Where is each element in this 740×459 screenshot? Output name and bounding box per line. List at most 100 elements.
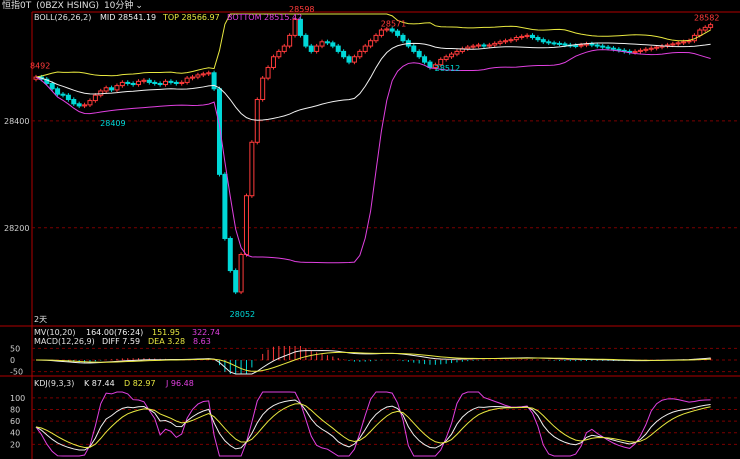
candle-body xyxy=(395,30,401,36)
candle-body xyxy=(98,90,104,96)
candle-body xyxy=(125,81,131,84)
price-annotation: 28409 xyxy=(100,119,125,128)
price-tick-label: 28400 xyxy=(4,117,29,126)
y-axis: 28200 28400 -50 0 50 20 40 60 80 100 xyxy=(4,117,29,449)
price-annotation: 28571 xyxy=(381,20,406,29)
candle-body xyxy=(519,35,525,39)
candle-body xyxy=(551,42,557,45)
candle-body xyxy=(389,28,395,32)
candle-body xyxy=(49,82,55,90)
candle-body xyxy=(265,66,271,79)
macd-legend-dea: DEA 3.28 xyxy=(148,337,185,346)
candle-body xyxy=(324,41,330,44)
candle-body xyxy=(351,56,357,63)
candle-body xyxy=(605,46,611,49)
candle-body xyxy=(168,80,174,83)
candle-body xyxy=(681,41,687,44)
candle-body xyxy=(130,82,136,86)
candle-body xyxy=(643,48,649,51)
candle-body xyxy=(146,79,152,83)
candle-body xyxy=(270,56,276,68)
candle-body xyxy=(227,237,233,272)
boll-legend-bottom: BOTTOM 28515.42 xyxy=(227,13,302,22)
mv-legend-name[interactable]: MV(10,20) xyxy=(34,328,76,337)
candle-body xyxy=(55,88,61,95)
candle-body xyxy=(82,104,88,107)
price-annotation: 8492 xyxy=(30,62,50,71)
candle-body xyxy=(163,80,169,86)
kdj-tick-label: 80 xyxy=(10,405,20,414)
candle-body xyxy=(373,34,379,42)
candle-body xyxy=(200,73,206,76)
candle-body xyxy=(654,46,660,49)
candle-body xyxy=(119,81,125,87)
candle-body xyxy=(233,270,239,293)
candle-body xyxy=(103,87,109,92)
boll-legend-name[interactable]: BOLL(26,26,2) xyxy=(34,13,91,22)
candle-body xyxy=(589,43,595,46)
candle-body xyxy=(341,50,347,58)
candle-body xyxy=(411,45,417,52)
candle-body xyxy=(71,99,77,105)
candle-body xyxy=(276,50,282,58)
candle-body xyxy=(562,43,568,46)
candle-body xyxy=(384,28,390,31)
candle-body xyxy=(222,173,228,239)
candle-body xyxy=(670,43,676,46)
macd-tick-label: 50 xyxy=(10,344,20,353)
candle-body xyxy=(206,72,212,75)
kdj-legend-j: J 96.48 xyxy=(165,379,194,388)
candle-body xyxy=(503,40,509,43)
price-annotation: 28052 xyxy=(230,310,255,319)
mv-legend-v3: 322.74 xyxy=(192,328,220,337)
kdj-j-line xyxy=(35,391,711,457)
kdj-k-line xyxy=(35,399,711,451)
macd-panel xyxy=(35,346,712,375)
candle-body xyxy=(578,44,584,47)
stock-chart[interactable]: 28200 28400 -50 0 50 20 40 60 80 100 8492 28409 285… xyxy=(0,0,740,459)
candle-body xyxy=(303,34,309,47)
candle-body xyxy=(530,34,536,39)
price-annotation: 28582 xyxy=(694,14,719,23)
candle-body xyxy=(152,81,158,84)
candle-body xyxy=(470,45,476,48)
mv-legend-v2: 151.95 xyxy=(152,328,180,337)
candle-body xyxy=(648,47,654,50)
candle-body xyxy=(486,44,492,47)
candlesticks xyxy=(33,17,714,295)
candle-body xyxy=(87,100,93,106)
candle-body xyxy=(243,195,249,256)
candle-body xyxy=(195,74,201,78)
candle-body xyxy=(416,50,422,58)
candle-body xyxy=(600,45,606,48)
candle-body xyxy=(449,53,455,58)
candle-body xyxy=(675,42,681,45)
candle-body xyxy=(314,45,320,52)
price-tick-label: 28200 xyxy=(4,224,29,233)
candle-body xyxy=(524,34,530,37)
candle-body xyxy=(238,254,244,293)
candle-body xyxy=(556,42,562,45)
candle-body xyxy=(610,47,616,50)
kdj-legend-name[interactable]: KDJ(9,3,3) xyxy=(34,379,74,388)
candle-body xyxy=(319,41,325,47)
candle-body xyxy=(481,44,487,47)
candle-body xyxy=(141,79,147,82)
candle-body xyxy=(573,45,579,48)
kdj-panel xyxy=(35,391,711,457)
candle-body xyxy=(260,77,266,101)
boll-legend-mid: MID 28541.19 xyxy=(100,13,156,22)
macd-tick-label: 0 xyxy=(10,356,15,365)
macd-tick-label: -50 xyxy=(10,368,23,377)
candle-body xyxy=(616,48,622,51)
candle-body xyxy=(708,24,714,28)
macd-legend-name[interactable]: MACD(12,26,9) xyxy=(34,337,95,346)
boll-bands xyxy=(35,13,711,264)
candle-body xyxy=(368,40,374,47)
candle-body xyxy=(378,29,384,36)
boll-legend-top: TOP 28566.97 xyxy=(162,13,220,22)
candle-body xyxy=(637,49,643,52)
candle-body xyxy=(330,42,336,47)
candle-body xyxy=(497,41,503,44)
candle-body xyxy=(422,56,428,63)
